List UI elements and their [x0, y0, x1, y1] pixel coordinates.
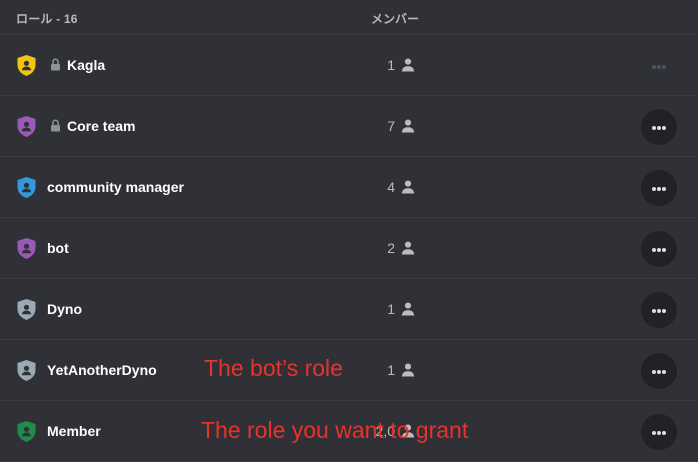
person-icon — [400, 362, 416, 378]
role-name: community manager — [47, 179, 184, 195]
person-icon — [400, 240, 416, 256]
annotation-grant-role: The role you want to grant — [201, 417, 469, 443]
role-name: Core team — [67, 118, 136, 134]
role-row[interactable]: YetAnotherDyno 1 — [0, 340, 698, 401]
more-options-button[interactable] — [641, 109, 677, 145]
more-options-button[interactable] — [641, 231, 677, 267]
roles-count-heading: ロール - 16 — [16, 12, 78, 26]
shield-user-icon — [16, 359, 37, 382]
more-options-button[interactable] — [641, 353, 677, 389]
role-name: Dyno — [47, 301, 82, 317]
role-name: YetAnotherDyno — [47, 362, 157, 378]
shield-user-icon — [16, 54, 37, 77]
member-count: 1 — [387, 57, 395, 73]
members-column-heading: メンバー — [371, 12, 420, 26]
more-options-button[interactable] — [641, 414, 677, 450]
roles-list-header: ロール - 16 メンバー — [0, 0, 698, 35]
person-icon — [400, 301, 416, 317]
role-row[interactable]: community manager 4 — [0, 157, 698, 218]
person-icon — [400, 57, 416, 73]
member-count: 1 — [387, 362, 395, 378]
member-count: 7 — [387, 118, 395, 134]
shield-user-icon — [16, 237, 37, 260]
lock-icon — [50, 119, 61, 132]
role-name: bot — [47, 240, 69, 256]
member-count: 4 — [387, 179, 395, 195]
person-icon — [400, 179, 416, 195]
member-count: 1 — [387, 301, 395, 317]
shield-user-icon — [16, 176, 37, 199]
lock-icon — [50, 58, 61, 71]
role-row[interactable]: bot 2 — [0, 218, 698, 279]
shield-user-icon — [16, 115, 37, 138]
role-row[interactable]: Core team 7 — [0, 96, 698, 157]
role-row[interactable]: Dyno 1 — [0, 279, 698, 340]
more-options-button[interactable] — [641, 292, 677, 328]
more-options-button[interactable] — [641, 170, 677, 206]
person-icon — [400, 118, 416, 134]
shield-user-icon — [16, 420, 37, 443]
annotation-bot-role: The bot’s role — [204, 355, 343, 381]
role-name: Member — [47, 423, 101, 439]
more-options-button[interactable] — [641, 48, 677, 84]
shield-user-icon — [16, 298, 37, 321]
member-count: 2 — [387, 240, 395, 256]
role-name: Kagla — [67, 57, 106, 73]
role-row[interactable]: Kagla 1 — [0, 35, 698, 96]
